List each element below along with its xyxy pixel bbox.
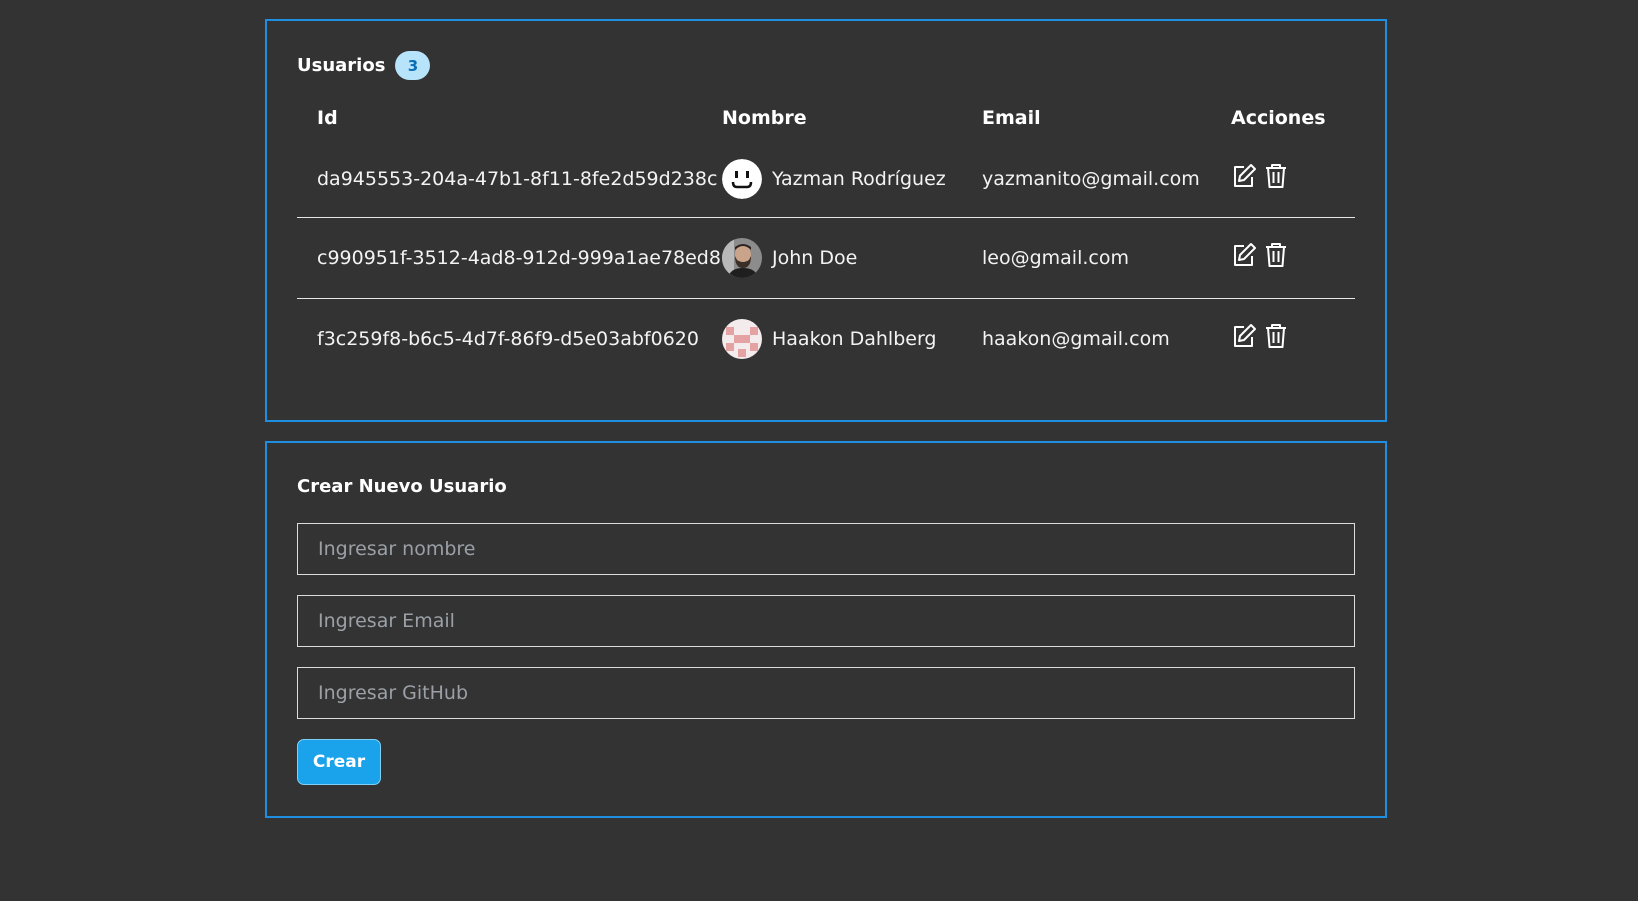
- users-panel-title: Usuarios 3: [297, 51, 431, 80]
- edit-icon[interactable]: [1231, 162, 1257, 190]
- create-user-title: Crear Nuevo Usuario: [297, 476, 507, 497]
- user-actions-cell: [1231, 141, 1355, 217]
- user-id-cell: c990951f-3512-4ad8-912d-999a1ae78ed8: [297, 216, 722, 298]
- create-button[interactable]: Crear: [297, 739, 381, 785]
- email-input[interactable]: [297, 595, 1355, 647]
- bearded-man-photo-avatar: [722, 237, 762, 278]
- user-actions-cell: [1231, 216, 1355, 298]
- user-id-cell: da945553-204a-47b1-8f11-8fe2d59d238c: [317, 167, 718, 190]
- trash-icon[interactable]: [1263, 322, 1289, 350]
- user-name-cell: Yazman Rodríguez: [722, 141, 982, 217]
- column-header-id: Id: [317, 107, 338, 129]
- create-user-panel: Crear Nuevo Usuario Crear: [265, 441, 1387, 818]
- edit-icon[interactable]: [1231, 322, 1257, 350]
- user-email-cell: haakon@gmail.com: [982, 297, 1231, 379]
- users-panel: Usuarios 3 Id Nombre Email Acciones da94…: [265, 19, 1387, 422]
- user-count-badge: 3: [395, 51, 431, 80]
- table-row: da945553-204a-47b1-8f11-8fe2d59d238c Yaz…: [297, 141, 1355, 217]
- user-name-cell: Haakon Dahlberg: [722, 297, 982, 379]
- user-id-cell: f3c259f8-b6c5-4d7f-86f9-d5e03abf0620: [297, 297, 722, 379]
- trash-icon[interactable]: [1263, 241, 1289, 269]
- trash-icon[interactable]: [1263, 162, 1289, 190]
- table-row: c990951f-3512-4ad8-912d-999a1ae78ed8 Joh…: [297, 216, 1355, 298]
- user-actions-cell: [1231, 297, 1355, 379]
- users-table: Id Nombre Email Acciones da945553-204a-4…: [297, 95, 1355, 379]
- github-input[interactable]: [297, 667, 1355, 719]
- smiley-face-avatar: [722, 158, 762, 199]
- table-header-row: Id Nombre Email Acciones: [297, 95, 1355, 141]
- edit-icon[interactable]: [1231, 241, 1257, 269]
- table-row: f3c259f8-b6c5-4d7f-86f9-d5e03abf0620 Haa…: [297, 297, 1355, 379]
- column-header-email: Email: [982, 107, 1041, 129]
- column-header-actions: Acciones: [1231, 107, 1326, 129]
- column-header-name: Nombre: [722, 107, 807, 129]
- user-name: John Doe: [772, 246, 858, 269]
- name-input[interactable]: [297, 523, 1355, 575]
- user-email-cell: yazmanito@gmail.com: [982, 167, 1200, 190]
- user-name: Haakon Dahlberg: [772, 327, 937, 350]
- pink-pattern-avatar: [722, 318, 762, 359]
- user-name: Yazman Rodríguez: [772, 167, 946, 190]
- user-name-cell: John Doe: [722, 216, 982, 298]
- users-title-text: Usuarios: [297, 55, 386, 76]
- user-email-cell: leo@gmail.com: [982, 216, 1231, 298]
